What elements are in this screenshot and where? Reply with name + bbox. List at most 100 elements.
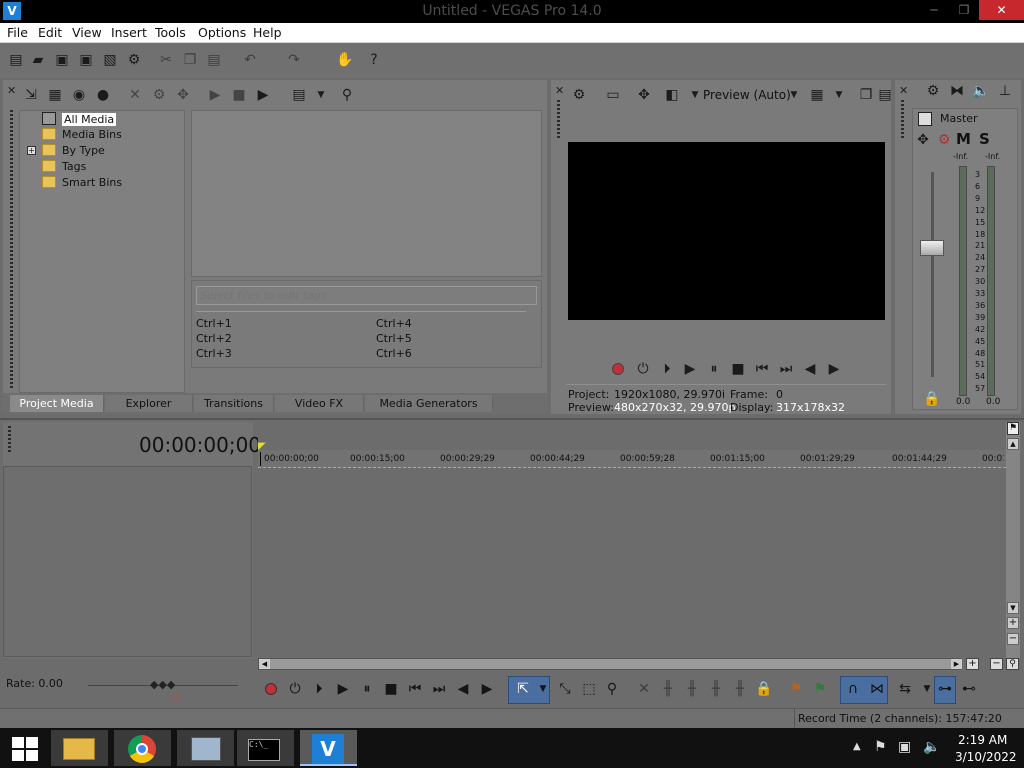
previous-frame-icon[interactable]: ◀ — [801, 361, 819, 377]
normal-edit-tool-icon[interactable]: ⇱ — [514, 681, 532, 697]
master-fader[interactable] — [920, 240, 944, 256]
command-prompt-task[interactable]: C:\_ — [237, 730, 294, 766]
tag-shortcut-6[interactable]: Ctrl+6 — [376, 347, 412, 360]
copy-snapshot-icon[interactable]: ❐ — [857, 87, 875, 103]
new-file-icon[interactable]: ▤ — [8, 52, 24, 68]
tree-item-all-media[interactable]: All Media — [42, 112, 117, 127]
auto-crossfade-icon[interactable]: ⋈ — [868, 681, 886, 697]
trim-end-icon[interactable]: ╫ — [707, 681, 725, 697]
whats-this-help-icon[interactable]: ? — [366, 52, 382, 68]
play-icon[interactable]: ▶ — [681, 361, 699, 377]
insert-region-icon[interactable]: ⚑ — [811, 681, 829, 697]
menu-options[interactable]: Options — [198, 25, 246, 40]
preview-quality-chevron-icon[interactable]: ▼ — [785, 87, 803, 103]
zoom-out-vertical-icon[interactable]: − — [1007, 633, 1019, 645]
timeline-next-frame-icon[interactable]: ▶ — [478, 681, 496, 697]
expand-by-type-icon[interactable]: + — [27, 146, 36, 155]
tags-input[interactable] — [196, 286, 537, 305]
render-icon[interactable]: ▧ — [102, 52, 118, 68]
solo-button[interactable]: S — [979, 130, 990, 148]
control-panel-task[interactable] — [177, 730, 234, 766]
timeline-loop-icon[interactable]: ⏻ — [286, 681, 304, 697]
overlays-dropdown-icon[interactable]: ▼ — [830, 87, 848, 103]
timeline-stop-icon[interactable]: ■ — [382, 681, 400, 697]
clock-date[interactable]: 3/10/2022 — [955, 750, 1017, 764]
tree-item-tags[interactable]: Tags — [42, 160, 86, 175]
media-fx-icon[interactable]: ✥ — [174, 87, 192, 103]
stop-media-icon[interactable]: ■ — [230, 87, 248, 103]
media-list[interactable] — [191, 110, 542, 277]
play-from-start-icon[interactable]: ⏵ — [658, 361, 676, 377]
undo-icon[interactable]: ↶ — [242, 52, 258, 68]
menu-insert[interactable]: Insert — [111, 25, 147, 40]
track-list[interactable] — [3, 466, 252, 657]
extract-audio-icon[interactable]: ◉ — [70, 87, 88, 103]
media-properties-icon[interactable]: ⚙ — [150, 87, 168, 103]
close-button[interactable]: ✕ — [979, 0, 1024, 20]
timeline-play-icon[interactable]: ▶ — [334, 681, 352, 697]
scroll-up-icon[interactable]: ▲ — [1007, 438, 1019, 450]
remove-media-icon[interactable]: ✕ — [126, 87, 144, 103]
cut-icon[interactable]: ✂ — [158, 52, 174, 68]
menu-view[interactable]: View — [72, 25, 102, 40]
play-media-icon[interactable]: ▶ — [206, 87, 224, 103]
trim-start-icon[interactable]: ╫ — [683, 681, 701, 697]
master-properties-icon[interactable]: ⚙ — [924, 83, 942, 99]
tag-shortcut-3[interactable]: Ctrl+3 — [196, 347, 232, 360]
panel-close-icon[interactable]: ✕ — [7, 84, 16, 97]
timeline-record-icon[interactable] — [265, 683, 277, 695]
save-as-icon[interactable]: ▣ — [78, 52, 94, 68]
menu-help[interactable]: Help — [253, 25, 282, 40]
preview-grip[interactable] — [557, 100, 560, 140]
capture-video-icon[interactable]: ▦ — [46, 87, 64, 103]
mute-button[interactable]: M — [956, 130, 971, 148]
copy-icon[interactable]: ❐ — [182, 52, 198, 68]
enable-snapping-icon[interactable]: ∩ — [844, 681, 862, 697]
settings-gear-icon[interactable]: ⚙ — [126, 52, 142, 68]
tag-shortcut-5[interactable]: Ctrl+5 — [376, 332, 412, 345]
ignore-grouping-icon[interactable]: ⊷ — [960, 681, 978, 697]
pause-icon[interactable]: ⏸ — [705, 361, 723, 377]
rate-slider-handle-icon[interactable]: ◆◆◆ — [150, 678, 175, 691]
show-hidden-icons-icon[interactable]: ▲ — [853, 741, 861, 752]
zoom-in-horizontal-icon[interactable]: + — [966, 658, 979, 670]
minimize-button[interactable]: ─ — [919, 0, 949, 20]
rate-center-marker-icon[interactable]: △ — [172, 691, 180, 702]
tag-shortcut-1[interactable]: Ctrl+1 — [196, 317, 232, 330]
preview-properties-icon[interactable]: ⚙ — [570, 87, 588, 103]
search-icon[interactable]: ⚲ — [338, 87, 356, 103]
save-snapshot-icon[interactable]: ▤ — [876, 87, 894, 103]
go-to-start-icon[interactable]: ⏮ — [753, 361, 771, 377]
video-fx-icon[interactable]: ✥ — [635, 87, 653, 103]
file-explorer-task[interactable] — [51, 730, 108, 766]
loop-playback-icon[interactable]: ⏻ — [634, 361, 652, 377]
zoom-in-vertical-icon[interactable]: + — [1007, 617, 1019, 629]
downmix-icon[interactable]: ⧓ — [948, 83, 966, 99]
zoom-edit-tool-icon[interactable]: ⚲ — [603, 681, 621, 697]
lock-events-icon[interactable]: 🔒 — [755, 681, 773, 697]
import-media-icon[interactable]: ⇲ — [22, 87, 40, 103]
tab-video-fx[interactable]: Video FX — [275, 395, 364, 412]
tree-item-smart-bins[interactable]: Smart Bins — [42, 176, 122, 191]
get-media-web-icon[interactable]: ● — [94, 87, 112, 103]
preview-quality-dropdown[interactable]: Preview (Auto) — [703, 88, 791, 102]
split-icon[interactable]: ╫ — [731, 681, 749, 697]
tab-media-generators[interactable]: Media Generators — [365, 395, 493, 412]
master-fx-icon[interactable]: ✥ — [914, 132, 932, 148]
insert-marker-icon[interactable]: ⚑ — [787, 681, 805, 697]
delete-icon[interactable]: ✕ — [635, 681, 653, 697]
volume-muted-icon[interactable]: 🔈 — [923, 739, 940, 755]
master-grip[interactable] — [901, 100, 904, 140]
tree-item-media-bins[interactable]: Media Bins — [42, 128, 122, 143]
playhead[interactable] — [260, 452, 261, 466]
maximize-button[interactable]: ❐ — [949, 0, 979, 20]
windows-start-icon[interactable] — [12, 737, 38, 761]
video-preview-screen[interactable] — [568, 142, 885, 320]
master-close-icon[interactable]: ✕ — [899, 84, 908, 97]
edit-tool-icon[interactable]: ✋ — [336, 52, 353, 68]
audio-icon[interactable]: 🔈 — [972, 83, 990, 99]
timeline-go-to-end-icon[interactable]: ⏭ — [430, 681, 448, 697]
save-icon[interactable]: ▣ — [54, 52, 70, 68]
views-dropdown-icon[interactable]: ▼ — [312, 87, 330, 103]
auto-preview-icon[interactable]: ▶ — [254, 87, 272, 103]
